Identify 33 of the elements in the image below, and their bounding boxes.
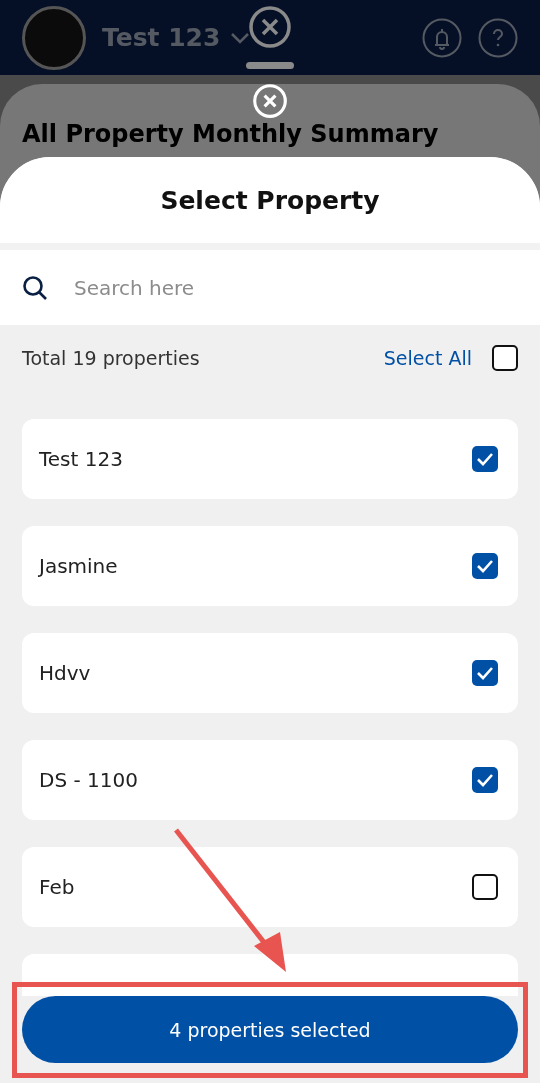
help-icon[interactable] [478,17,518,58]
bell-icon[interactable] [422,17,462,58]
checkbox[interactable] [472,446,498,472]
drag-handle[interactable] [246,62,294,69]
checkmark-icon [476,666,494,680]
checkmark-icon [476,452,494,466]
report-title: All Property Monthly Summary [22,119,439,149]
checkmark-icon [476,773,494,787]
property-name: Jasmine [39,554,119,578]
property-card[interactable]: DS - 1100 [22,740,518,820]
checkbox[interactable] [492,345,518,371]
property-card[interactable]: Test 123 [22,419,518,499]
property-card[interactable]: Feb [22,847,518,927]
property-card[interactable]: Hdvv [22,633,518,713]
close-icon[interactable] [248,5,292,49]
checkbox[interactable] [472,874,498,900]
sheet-title: Select Property [160,185,380,215]
property-name: Hdvv [39,661,92,685]
search-input[interactable]: Search here [72,274,518,301]
search-icon [22,274,48,301]
chevron-icon[interactable] [230,31,251,44]
total-count: Total 19 properties [22,347,201,369]
property-name: Feb [39,875,76,899]
property-card[interactable]: Jasmine [22,526,518,606]
search-field[interactable]: Search here [0,250,540,325]
checkbox[interactable] [472,553,498,579]
confirm-button[interactable]: 4 properties selected [22,996,518,1063]
property-name: DS - 1100 [39,768,139,792]
checkmark-icon [476,559,494,573]
checkbox[interactable] [472,660,498,686]
checkbox[interactable] [472,767,498,793]
select-all-link[interactable]: Select All [383,347,472,369]
property-name: Test 123 [39,447,124,471]
